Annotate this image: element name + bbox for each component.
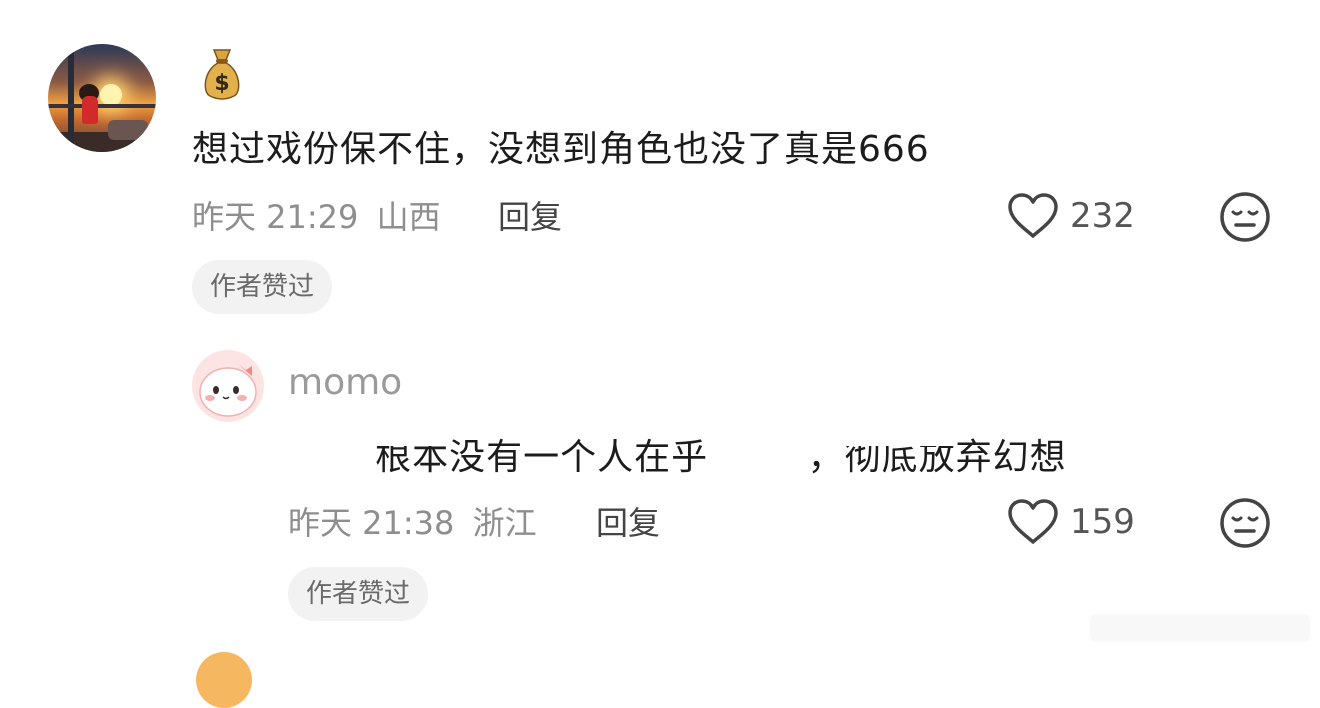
next-commenter-avatar[interactable] — [196, 652, 252, 708]
dislike-face-icon[interactable] — [1218, 190, 1272, 244]
author-liked-badge: 作者赞过 — [192, 260, 333, 314]
reply-button[interactable]: 回复 — [498, 192, 562, 238]
comment-location: 山西 — [376, 198, 441, 236]
reply-timestamp: 昨天 21:38 浙江 — [288, 498, 537, 544]
reply-author-liked-badge: 作者赞过 — [288, 567, 429, 621]
heart-icon[interactable] — [1006, 192, 1060, 240]
commenter-avatar[interactable] — [48, 44, 156, 152]
reply-time: 昨天 21:38 — [288, 504, 455, 542]
text-redaction-mask — [284, 422, 444, 446]
reply-location: 浙江 — [472, 504, 537, 542]
reply-avatar[interactable] — [192, 350, 264, 422]
heart-icon[interactable] — [1006, 498, 1060, 546]
watermark-logo — [1090, 614, 1310, 642]
comment-time: 昨天 21:29 — [192, 198, 359, 236]
reply-reply-button[interactable]: 回复 — [596, 498, 660, 544]
money-bag-icon: $ — [204, 49, 240, 100]
text-redaction-mask-2 — [814, 422, 954, 446]
comment-timestamp: 昨天 21:29 山西 — [192, 192, 441, 238]
dislike-face-icon[interactable] — [1218, 496, 1272, 550]
like-count: 232 — [1070, 196, 1135, 236]
svg-text:$: $ — [214, 71, 229, 96]
reply-username[interactable]: momo — [288, 362, 402, 403]
reply-like-count: 159 — [1070, 502, 1135, 542]
comment-text: 想过戏份保不住，没想到角色也没了真是666 — [192, 129, 930, 170]
